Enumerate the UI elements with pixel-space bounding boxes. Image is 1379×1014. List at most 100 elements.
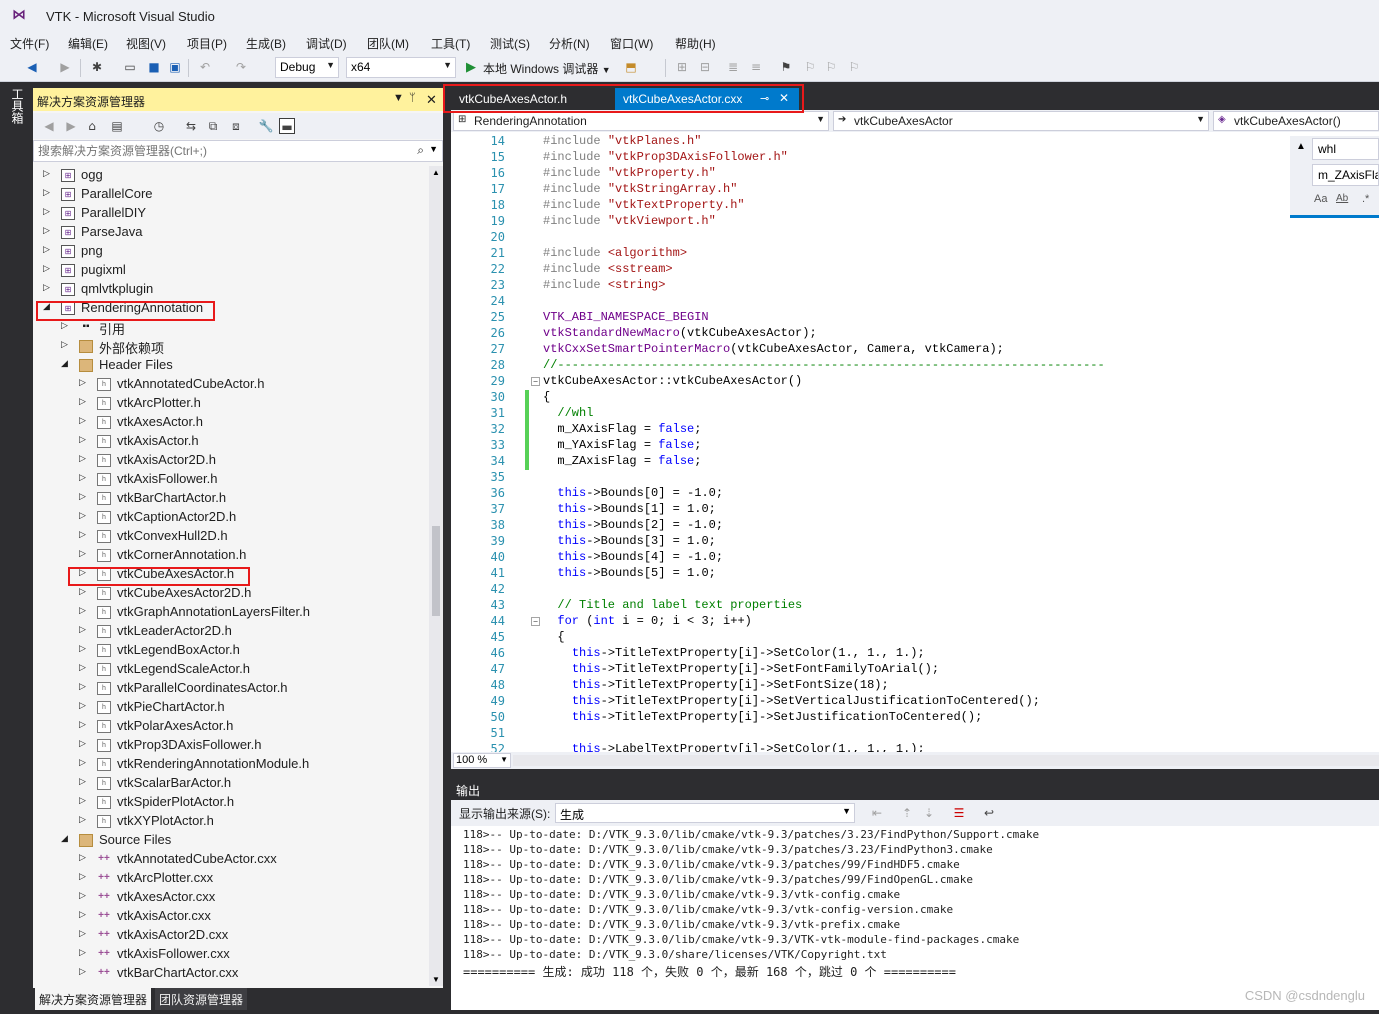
- collapsed-arrow-icon[interactable]: ▷: [79, 928, 89, 939]
- solution-explorer-search[interactable]: ⌕ ▼: [33, 140, 443, 162]
- code-line[interactable]: #include <sstream>: [543, 262, 673, 276]
- solution-configuration-select[interactable]: Debug ▼: [275, 57, 339, 78]
- collapsed-arrow-icon[interactable]: ▷: [79, 814, 89, 825]
- collapsed-arrow-icon[interactable]: ▷: [43, 282, 53, 293]
- new-project-icon[interactable]: ✱: [89, 59, 105, 75]
- code-line[interactable]: #include <algorithm>: [543, 246, 687, 260]
- navigate-back-icon[interactable]: ◀: [24, 59, 40, 75]
- code-line[interactable]: vtkCubeAxesActor::vtkCubeAxesActor(): [543, 374, 802, 388]
- menu-item[interactable]: 窗口(W): [610, 35, 653, 52]
- undo-icon[interactable]: ↶: [197, 59, 213, 75]
- code-line[interactable]: #include "vtkProp3DAxisFollower.h": [543, 150, 788, 164]
- forward-icon[interactable]: ▶: [63, 118, 79, 134]
- code-line[interactable]: #include <string>: [543, 278, 665, 292]
- code-editor[interactable]: 14 15 16 17 18 19 20 21 22 23 24 25 26 27 28 29 30 31 32 33…: [451, 132, 1379, 752]
- menu-item[interactable]: 调试(D): [306, 35, 347, 52]
- clear-bookmarks-icon[interactable]: ⚐: [846, 59, 862, 75]
- code-line[interactable]: {: [543, 390, 550, 404]
- menu-item[interactable]: 测试(S): [490, 35, 530, 52]
- code-line[interactable]: vtkCxxSetSmartPointerMacro(vtkCubeAxesAc…: [543, 342, 1004, 356]
- menu-item[interactable]: 分析(N): [549, 35, 590, 52]
- increase-indent-icon[interactable]: ≡: [748, 59, 764, 75]
- collapsed-arrow-icon[interactable]: ▷: [79, 624, 89, 635]
- bookmark-icon[interactable]: ⚑: [778, 59, 794, 75]
- collapse-toggle-icon[interactable]: −: [531, 617, 540, 626]
- search-input[interactable]: [38, 144, 408, 158]
- code-line[interactable]: this->Bounds[4] = -1.0;: [543, 550, 723, 564]
- find-input[interactable]: whl: [1312, 138, 1379, 160]
- open-file-icon[interactable]: ▭: [122, 59, 138, 75]
- collapsed-arrow-icon[interactable]: ▷: [79, 453, 89, 464]
- scroll-up-icon[interactable]: ▲: [432, 168, 440, 177]
- collapsed-arrow-icon[interactable]: ▷: [79, 643, 89, 654]
- code-line[interactable]: VTK_ABI_NAMESPACE_BEGIN: [543, 310, 709, 324]
- code-line[interactable]: //whl: [543, 406, 593, 420]
- pin-icon[interactable]: ᛘ: [409, 92, 416, 104]
- save-all-icon[interactable]: ▣: [167, 59, 183, 75]
- code-line[interactable]: // Title and label text properties: [543, 598, 802, 612]
- find-message-icon[interactable]: ⇤: [869, 805, 885, 821]
- code-line[interactable]: #include "vtkPlanes.h": [543, 134, 701, 148]
- window-position-icon[interactable]: ▼: [393, 92, 404, 104]
- navigate-forward-icon[interactable]: ▶: [57, 59, 73, 75]
- code-line[interactable]: this->Bounds[0] = -1.0;: [543, 486, 723, 500]
- vertical-scrollbar[interactable]: ▲ ▼: [429, 166, 443, 986]
- search-icon[interactable]: ⌕: [417, 143, 424, 158]
- output-text[interactable]: 118>-- Up-to-date: D:/VTK_9.3.0/lib/cmak…: [451, 826, 1379, 1010]
- collapsed-arrow-icon[interactable]: ▷: [79, 377, 89, 388]
- collapsed-arrow-icon[interactable]: ▷: [43, 168, 53, 179]
- collapsed-arrow-icon[interactable]: ▷: [79, 434, 89, 445]
- menu-item[interactable]: 项目(P): [187, 35, 227, 52]
- replace-input[interactable]: m_ZAxisFlag: [1312, 164, 1379, 186]
- collapse-all-icon[interactable]: ⧉: [205, 118, 221, 134]
- menu-item[interactable]: 工具(T): [431, 35, 470, 52]
- collapsed-arrow-icon[interactable]: ▷: [61, 320, 71, 331]
- toggle-word-wrap-icon[interactable]: ↩: [981, 805, 997, 821]
- code-line[interactable]: #include "vtkTextProperty.h": [543, 198, 745, 212]
- collapsed-arrow-icon[interactable]: ▷: [79, 548, 89, 559]
- start-debugging-icon[interactable]: ▶: [466, 59, 476, 75]
- collapsed-arrow-icon[interactable]: ▷: [43, 187, 53, 198]
- code-line[interactable]: #include "vtkProperty.h": [543, 166, 716, 180]
- solution-platform-select[interactable]: x64 ▼: [346, 57, 456, 78]
- expanded-arrow-icon[interactable]: ◢: [61, 358, 71, 369]
- code-line[interactable]: m_ZAxisFlag = false;: [543, 454, 701, 468]
- code-line[interactable]: this->TitleTextProperty[i]->SetColor(1.,…: [543, 646, 925, 660]
- collapsed-arrow-icon[interactable]: ▷: [79, 719, 89, 730]
- menu-item[interactable]: 文件(F): [10, 35, 49, 52]
- output-source-select[interactable]: 生成 ▼: [555, 803, 855, 823]
- collapsed-arrow-icon[interactable]: ▷: [79, 662, 89, 673]
- collapsed-arrow-icon[interactable]: ▷: [61, 339, 71, 350]
- collapsed-arrow-icon[interactable]: ▷: [43, 263, 53, 274]
- sync-active-document-icon[interactable]: ⇆: [183, 118, 199, 134]
- match-whole-word-icon[interactable]: Ab: [1336, 193, 1348, 204]
- collapsed-arrow-icon[interactable]: ▷: [79, 415, 89, 426]
- code-line[interactable]: #include "vtkStringArray.h": [543, 182, 737, 196]
- chevron-down-icon[interactable]: ▼: [429, 144, 438, 154]
- collapsed-arrow-icon[interactable]: ▷: [79, 491, 89, 502]
- redo-icon[interactable]: ↷: [233, 59, 249, 75]
- collapsed-arrow-icon[interactable]: ▷: [43, 225, 53, 236]
- zoom-select[interactable]: 100 % ▼: [453, 753, 511, 768]
- menu-item[interactable]: 团队(M): [367, 35, 409, 52]
- toggle-replace-icon[interactable]: ▲: [1296, 141, 1306, 152]
- code-line[interactable]: #include "vtkViewport.h": [543, 214, 716, 228]
- collapsed-arrow-icon[interactable]: ▷: [43, 244, 53, 255]
- collapsed-arrow-icon[interactable]: ▷: [43, 206, 53, 217]
- collapse-toggle-icon[interactable]: −: [531, 377, 540, 386]
- code-line[interactable]: this->TitleTextProperty[i]->SetJustifica…: [543, 710, 982, 724]
- expanded-arrow-icon[interactable]: ◢: [61, 833, 71, 844]
- code-line[interactable]: this->Bounds[1] = 1.0;: [543, 502, 715, 516]
- go-to-previous-message-icon[interactable]: ⇡: [899, 805, 915, 821]
- collapsed-arrow-icon[interactable]: ▷: [79, 871, 89, 882]
- scrollbar-thumb[interactable]: [432, 526, 440, 616]
- regex-icon[interactable]: .*: [1362, 193, 1369, 205]
- decrease-indent-icon[interactable]: ≣: [725, 59, 741, 75]
- start-debugging-button[interactable]: 本地 Windows 调试器 ▼: [483, 60, 611, 77]
- code-line[interactable]: this->TitleTextProperty[i]->SetFontFamil…: [543, 662, 939, 676]
- pending-changes-filter-icon[interactable]: ◷: [151, 118, 167, 134]
- code-line[interactable]: this->TitleTextProperty[i]->SetVerticalJ…: [543, 694, 1040, 708]
- code-line[interactable]: m_XAxisFlag = false;: [543, 422, 701, 436]
- collapsed-arrow-icon[interactable]: ▷: [79, 529, 89, 540]
- code-line[interactable]: this->LabelTextProperty[i]->SetColor(1.,…: [543, 742, 925, 752]
